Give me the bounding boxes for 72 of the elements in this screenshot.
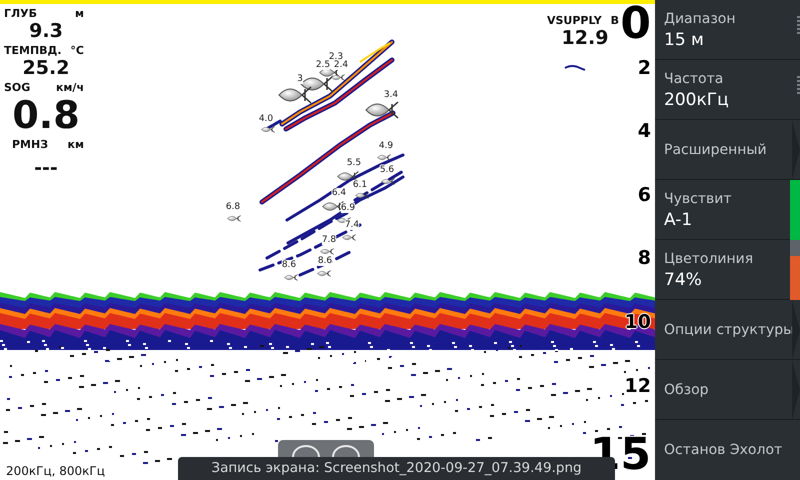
menu-item[interactable]: Расширенный <box>655 120 800 180</box>
fish-depth-label: 7.8 <box>322 235 336 245</box>
menu-item-label: Расширенный <box>664 140 767 160</box>
readout-value: 12.9 <box>560 27 610 49</box>
fish-depth-label: 3.4 <box>384 90 398 100</box>
menu-item-label: Обзор <box>664 380 709 400</box>
fish-depth-label: 6.9 <box>340 203 356 213</box>
readout-unit: м <box>75 7 84 20</box>
fish-icon <box>284 272 298 282</box>
frequency-label: 200кГц, 800кГц <box>6 464 105 478</box>
menu-item-value: 200кГц <box>664 88 729 110</box>
depth-scale-label: 2 <box>638 57 651 79</box>
menu-item[interactable]: Опции структуры <box>655 300 800 360</box>
fish-depth-label: 3 <box>297 74 303 84</box>
readout-label: VSUPPLY <box>547 14 602 27</box>
depth-scale-label: 8 <box>638 247 651 269</box>
readout-label: SOG <box>4 81 30 94</box>
readout-unit: В <box>610 14 619 27</box>
menu-item[interactable]: Останов Эхолот <box>655 420 800 480</box>
fish-depth-label: 8.6 <box>318 256 332 266</box>
grip-icon <box>797 76 800 94</box>
menu-item-label: Частота <box>664 70 724 88</box>
fish-depth-label: 7.4 <box>344 220 360 230</box>
grip-icon <box>797 16 800 34</box>
fish-icon <box>355 190 369 200</box>
fish-icon <box>227 214 241 222</box>
menu-item-value: 15 м <box>664 28 705 50</box>
menu-item-label: Чувствит <box>664 190 732 208</box>
fish-depth-label: 2.4 <box>334 60 348 70</box>
menu-item[interactable]: Чувствит A-1 <box>655 180 800 240</box>
menu-item-value: 74% <box>664 268 703 290</box>
fish-icon <box>261 124 275 134</box>
readout-label: РМНЗ <box>12 138 48 151</box>
fish-depth-label: 4.0 <box>258 114 274 124</box>
chevron-icon <box>792 120 800 180</box>
fish-depth-label: 6.8 <box>226 202 240 212</box>
depth-scale-label: 6 <box>638 184 651 206</box>
menu-item[interactable]: Частота 200кГц <box>655 60 800 120</box>
fish-icon <box>342 232 356 242</box>
depth-scale-label: 4 <box>638 120 651 142</box>
fish-depth-label: 5.6 <box>380 165 394 175</box>
menu-item-label: Останов Эхолот <box>664 441 782 460</box>
readout-value: 0.8 <box>11 94 81 136</box>
readout-value: 25.2 <box>22 57 70 79</box>
fish-icon <box>377 152 391 162</box>
menu-item-label: Цветолиния <box>664 250 754 268</box>
fish-icon <box>320 246 334 256</box>
fish-icon <box>317 268 331 278</box>
depth-scale-label: 12 <box>624 375 651 397</box>
menu-item[interactable]: Цветолиния 74% <box>655 240 800 300</box>
fish-depth-label: 6.1 <box>352 180 368 190</box>
menu-item-value: A-1 <box>664 208 694 230</box>
menu-item[interactable]: Диапазон 15 м <box>655 0 800 60</box>
menu-item-label: Диапазон <box>664 10 736 28</box>
readout-value: --- <box>33 157 59 179</box>
depth-scale-label: 0 <box>620 2 651 46</box>
fish-depth-label: 4.9 <box>378 141 394 151</box>
readout-unit: км/ч <box>56 81 84 94</box>
readout-label: ГЛУБ <box>4 7 38 20</box>
menu-item-label: Опции структуры <box>664 320 794 340</box>
toast-message: Запись экрана: Screenshot_2020-09-27_07.39.49.png <box>178 457 615 480</box>
readout-unit: км <box>68 138 84 151</box>
fish-icon <box>381 176 395 186</box>
fish-depth-label: 8.6 <box>282 260 296 270</box>
fish-depth-label: 6.4 <box>332 188 346 198</box>
menu-item[interactable]: Обзор <box>655 360 800 420</box>
depth-scale-label: 10 <box>624 311 651 333</box>
fish-depth-label: 5.5 <box>346 158 362 168</box>
fish-depth-label: 2.5 <box>316 60 330 70</box>
readout-label: ТЕМПВД. <box>4 44 62 57</box>
readout-unit: °C <box>70 44 84 57</box>
readout-value: 9.3 <box>28 20 64 42</box>
